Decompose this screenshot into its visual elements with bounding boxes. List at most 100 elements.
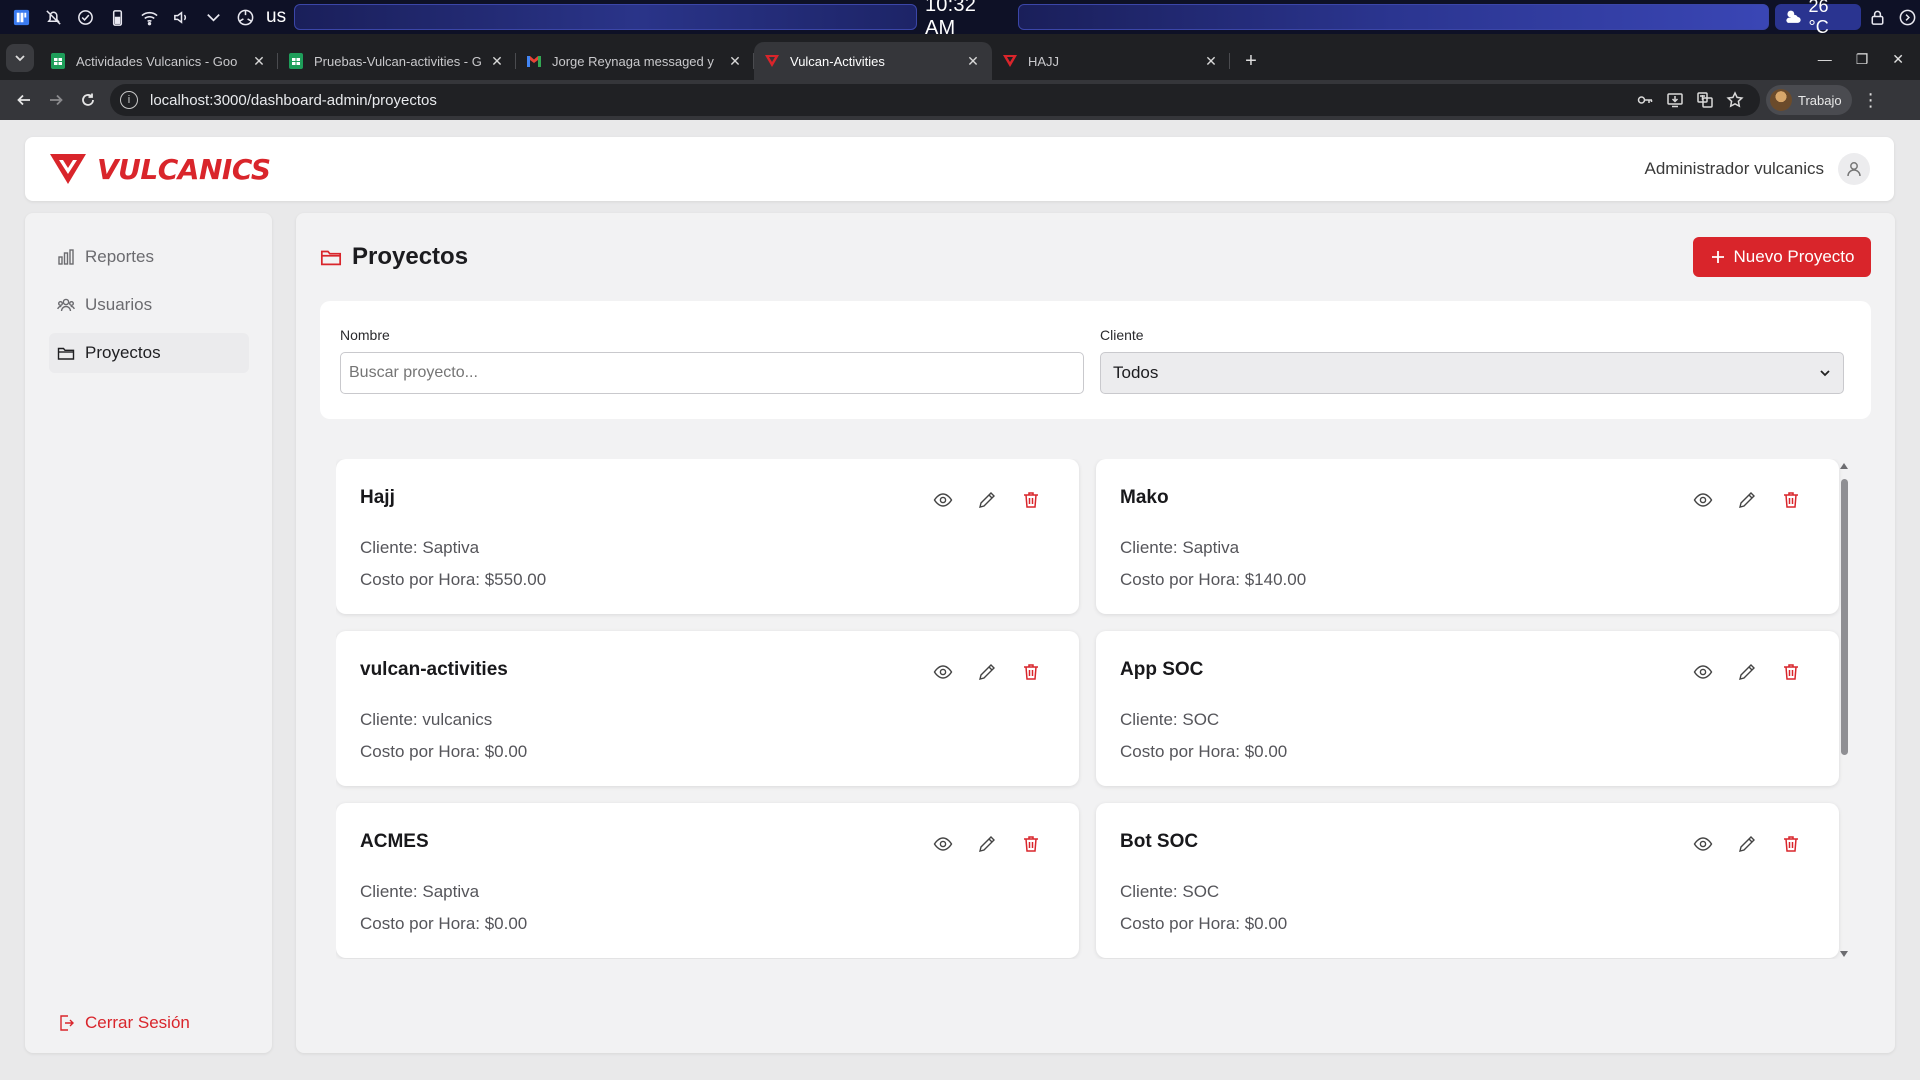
settings-icon[interactable] <box>232 4 258 30</box>
project-card[interactable]: Hajj Cliente: Saptiva Costo por Hora: $5… <box>336 459 1079 614</box>
trash-icon[interactable] <box>1780 833 1802 855</box>
sidebar-item-proyectos[interactable]: Proyectos <box>49 333 249 373</box>
user-menu[interactable]: Administrador vulcanics <box>1644 153 1870 185</box>
project-card[interactable]: ACMES Cliente: Saptiva Costo por Hora: $… <box>336 803 1079 958</box>
close-icon[interactable]: ✕ <box>1202 52 1220 70</box>
workspace-bar-right <box>1017 4 1769 30</box>
forward-button[interactable] <box>40 84 72 116</box>
pencil-icon[interactable] <box>1736 661 1758 683</box>
translate-icon[interactable] <box>1690 86 1720 114</box>
close-icon[interactable]: ✕ <box>726 52 744 70</box>
bookmark-star-icon[interactable] <box>1720 86 1750 114</box>
workspace-bar-left <box>294 4 917 30</box>
tab-search-button[interactable] <box>6 44 34 72</box>
sidebar-item-label: Reportes <box>85 247 154 266</box>
users-icon <box>57 298 75 312</box>
pencil-icon[interactable] <box>1736 489 1758 511</box>
vulcanics-icon <box>764 53 780 69</box>
install-app-icon[interactable] <box>1660 86 1690 114</box>
logout-button[interactable]: Cerrar Sesión <box>57 1013 190 1033</box>
search-input[interactable] <box>340 352 1084 394</box>
keyboard-layout[interactable]: us <box>266 6 286 28</box>
close-window-icon[interactable]: ✕ <box>1892 51 1904 68</box>
weather-icon <box>1786 10 1801 23</box>
eye-icon[interactable] <box>932 661 954 683</box>
client-select-value: Todos <box>1113 363 1159 382</box>
volume-icon[interactable] <box>168 4 194 30</box>
pencil-icon[interactable] <box>1736 833 1758 855</box>
project-card[interactable]: vulcan-activities Cliente: vulcanics Cos… <box>336 631 1079 786</box>
eye-icon[interactable] <box>932 489 954 511</box>
new-tab-button[interactable]: + <box>1236 46 1266 76</box>
projects-scrollbar[interactable] <box>1838 461 1850 959</box>
tab-title: Pruebas-Vulcan-activities - G <box>314 53 482 69</box>
power-icon[interactable] <box>1894 4 1920 30</box>
close-icon[interactable]: ✕ <box>964 52 982 70</box>
trash-icon[interactable] <box>1020 489 1042 511</box>
trash-icon[interactable] <box>1780 661 1802 683</box>
browser-menu-icon[interactable]: ⋮ <box>1856 85 1886 115</box>
sidebar-item-usuarios[interactable]: Usuarios <box>49 285 249 325</box>
chevron-down-icon[interactable] <box>200 4 226 30</box>
card-actions <box>1692 489 1802 511</box>
weather-widget[interactable]: 26 °C <box>1774 0 1861 37</box>
gmail-icon <box>526 53 542 69</box>
trash-icon[interactable] <box>1020 661 1042 683</box>
browser-tab[interactable]: Pruebas-Vulcan-activities - G ✕ <box>278 42 516 80</box>
project-cost: Costo por Hora: $0.00 <box>360 914 528 933</box>
profile-button[interactable]: Trabajo <box>1766 85 1852 115</box>
client-filter-label: Cliente <box>1100 327 1144 343</box>
brand-logo[interactable]: VULCANICS <box>49 152 271 186</box>
notifications-off-icon[interactable] <box>40 4 66 30</box>
battery-icon[interactable] <box>104 4 130 30</box>
reload-icon <box>82 93 94 106</box>
url-text[interactable]: localhost:3000/dashboard-admin/proyectos <box>150 92 1630 109</box>
user-icon[interactable] <box>1838 153 1870 185</box>
pencil-icon[interactable] <box>976 661 998 683</box>
minimize-icon[interactable]: — <box>1818 51 1832 68</box>
project-client: Cliente: Saptiva <box>360 538 480 557</box>
eye-icon[interactable] <box>1692 489 1714 511</box>
app-header: VULCANICS Administrador vulcanics <box>25 137 1894 201</box>
project-card[interactable]: App SOC Cliente: SOC Costo por Hora: $0.… <box>1096 631 1839 786</box>
filters-panel: Nombre Cliente Todos <box>320 301 1871 419</box>
project-card[interactable]: Mako Cliente: Saptiva Costo por Hora: $1… <box>1096 459 1839 614</box>
trash-icon[interactable] <box>1780 489 1802 511</box>
sidebar-item-reportes[interactable]: Reportes <box>49 237 249 277</box>
reload-button[interactable] <box>72 84 104 116</box>
browser-toolbar: i localhost:3000/dashboard-admin/proyect… <box>0 80 1920 120</box>
scroll-up-icon[interactable] <box>1840 463 1848 469</box>
scroll-down-icon[interactable] <box>1840 951 1848 957</box>
browser-tab[interactable]: Actividades Vulcanics - Goo ✕ <box>40 42 278 80</box>
browser-tab-active[interactable]: Vulcan-Activities ✕ <box>754 42 992 80</box>
close-icon[interactable]: ✕ <box>250 52 268 70</box>
new-project-button[interactable]: Nuevo Proyecto <box>1693 237 1871 277</box>
eye-icon[interactable] <box>932 833 954 855</box>
lock-icon[interactable] <box>1865 4 1891 30</box>
client-select[interactable]: Todos <box>1100 352 1844 394</box>
google-sheets-icon <box>288 53 304 69</box>
project-card[interactable]: Bot SOC Cliente: SOC Costo por Hora: $0.… <box>1096 803 1839 958</box>
back-button[interactable] <box>8 84 40 116</box>
chevron-down-icon <box>1820 370 1830 377</box>
close-icon[interactable]: ✕ <box>488 52 506 70</box>
page-viewport: VULCANICS Administrador vulcanics Report… <box>0 120 1920 1080</box>
pencil-icon[interactable] <box>976 833 998 855</box>
site-info-icon[interactable]: i <box>120 91 138 109</box>
browser-tab[interactable]: Jorge Reynaga messaged y ✕ <box>516 42 754 80</box>
key-icon[interactable] <box>1630 86 1660 114</box>
browser-tab[interactable]: HAJJ ✕ <box>992 42 1230 80</box>
scroll-thumb[interactable] <box>1841 479 1848 755</box>
wifi-icon[interactable] <box>136 4 162 30</box>
logout-icon <box>60 1015 74 1031</box>
project-cost: Costo por Hora: $140.00 <box>1120 570 1307 589</box>
check-circle-icon[interactable] <box>72 4 98 30</box>
project-name: Bot SOC <box>1120 831 1199 852</box>
eye-icon[interactable] <box>1692 661 1714 683</box>
app-grid-icon[interactable] <box>8 4 34 30</box>
restore-icon[interactable]: ❐ <box>1856 51 1869 68</box>
address-bar[interactable]: i localhost:3000/dashboard-admin/proyect… <box>110 84 1760 116</box>
pencil-icon[interactable] <box>976 489 998 511</box>
trash-icon[interactable] <box>1020 833 1042 855</box>
eye-icon[interactable] <box>1692 833 1714 855</box>
